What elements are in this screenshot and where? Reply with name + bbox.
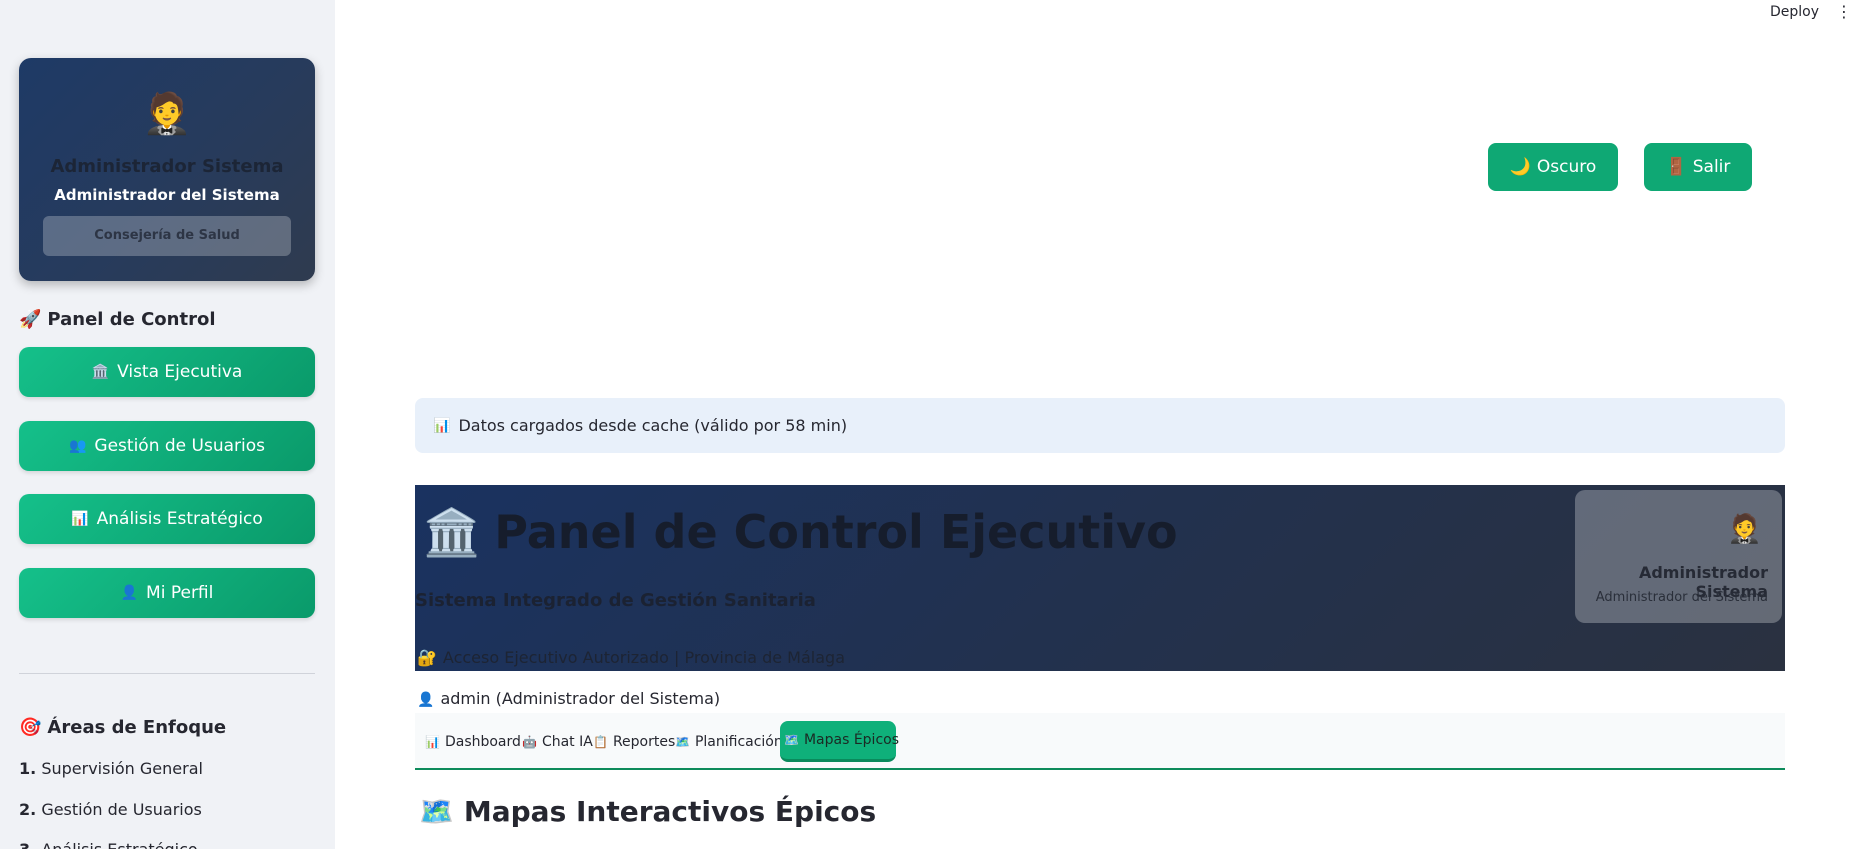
deploy-button[interactable]: Deploy <box>1770 4 1819 20</box>
theme-toggle-label: Oscuro <box>1536 157 1597 177</box>
section-heading: 🗺️ Mapas Interactivos Épicos <box>419 795 876 828</box>
focus-item: 1. Supervisión General <box>19 759 203 778</box>
control-panel-title: Panel de Control <box>47 309 216 330</box>
tab-label: Chat IA <box>541 733 593 750</box>
cache-info-alert: 📊 Datos cargados desde cache (válido por… <box>415 398 1785 453</box>
tab-label: Planificación <box>694 733 783 750</box>
main-tabs: 📊 Dashboard 🤖 Chat IA 📋 Reportes 🗺️ Plan… <box>415 713 1785 770</box>
nav-button-label: Vista Ejecutiva <box>117 362 243 382</box>
moon-icon: 🌙 <box>1509 157 1531 177</box>
cache-info-text: Datos cargados desde cache (válido por 5… <box>458 416 848 435</box>
focus-item-label: Gestión de Usuarios <box>41 800 202 819</box>
tab-label: Dashboard <box>444 733 521 750</box>
building-icon: 🏛️ <box>423 505 481 559</box>
nav-button-label: Análisis Estratégico <box>96 509 263 529</box>
logout-label: Salir <box>1692 157 1731 177</box>
tab-label: Reportes <box>612 733 676 750</box>
map-icon: 🗺️ <box>675 734 690 749</box>
page-title: 🏛️ Panel de Control Ejecutivo <box>423 505 1178 560</box>
focus-item-number: 1. <box>19 759 37 778</box>
executive-hero-banner: 🏛️ Panel de Control Ejecutivo Sistema Int… <box>415 485 1785 671</box>
page-title-text: Panel de Control Ejecutivo <box>494 505 1178 559</box>
user-icon: 👤 <box>120 585 139 601</box>
target-icon: 🎯 <box>19 717 42 738</box>
hero-user-role: Administrador del Sistema <box>1595 590 1768 605</box>
tab-planificacion[interactable]: 🗺️ Planificación <box>671 721 787 762</box>
page-subtitle: Sistema Integrado de Gestión Sanitaria <box>415 590 816 611</box>
profile-card: 🤵 Administrador Sistema Administrador de… <box>19 58 315 281</box>
users-icon: 👥 <box>68 438 87 454</box>
tab-dashboard[interactable]: 📊 Dashboard <box>421 721 525 762</box>
access-status-text: Acceso Ejecutivo Autorizado | Provincia … <box>442 648 845 667</box>
map-icon: 🗺️ <box>419 795 454 828</box>
map-icon: 🗺️ <box>784 733 799 747</box>
hero-user-card: 🤵 Administrador Sistema Administrador de… <box>1575 490 1782 623</box>
nav-button-label: Gestión de Usuarios <box>94 436 265 456</box>
bar-chart-icon: 📊 <box>425 734 440 749</box>
user-avatar-icon: 🤵 <box>142 91 192 137</box>
user-icon: 👤 <box>417 692 435 708</box>
current-user-text: admin (Administrador del Sistema) <box>440 689 721 708</box>
nav-button-mi-perfil[interactable]: 👤 Mi Perfil <box>19 568 315 618</box>
profile-name: Administrador Sistema <box>50 156 284 177</box>
nav-button-gestion-usuarios[interactable]: 👥 Gestión de Usuarios <box>19 421 315 471</box>
focus-item-number: 3. <box>19 840 36 849</box>
robot-icon: 🤖 <box>522 734 537 749</box>
profile-organization-badge: Consejería de Salud <box>43 216 291 256</box>
current-user: 👤 admin (Administrador del Sistema) <box>417 689 720 708</box>
rocket-icon: 🚀 <box>19 309 42 330</box>
nav-button-vista-ejecutiva[interactable]: 🏛️ Vista Ejecutiva <box>19 347 315 397</box>
access-status: 🔐 Acceso Ejecutivo Autorizado | Provincia… <box>417 648 845 667</box>
tab-reportes[interactable]: 📋 Reportes <box>589 721 679 762</box>
tab-chat-ia[interactable]: 🤖 Chat IA <box>518 721 597 762</box>
bar-chart-icon: 📊 <box>71 511 89 527</box>
bar-chart-icon: 📊 <box>433 417 451 434</box>
tab-label: Mapas Épicos <box>803 732 899 748</box>
section-heading-text: Mapas Interactivos Épicos <box>463 795 877 828</box>
sidebar-divider <box>19 673 315 674</box>
door-icon: 🚪 <box>1665 157 1687 177</box>
clipboard-icon: 📋 <box>593 734 608 749</box>
focus-item-label: Análisis Estratégico <box>41 840 197 849</box>
focus-item-label: Supervisión General <box>41 759 203 778</box>
lock-icon: 🔐 <box>417 648 437 667</box>
logout-button[interactable]: 🚪 Salir <box>1644 143 1752 191</box>
nav-button-label: Mi Perfil <box>146 583 214 603</box>
focus-item-number: 2. <box>19 800 37 819</box>
control-panel-heading: 🚀 Panel de Control <box>19 309 216 330</box>
focus-areas-title: Áreas de Enfoque <box>47 717 227 738</box>
sidebar: 🤵 Administrador Sistema Administrador de… <box>0 0 335 849</box>
nav-button-analisis-estrategico[interactable]: 📊 Análisis Estratégico <box>19 494 315 544</box>
tab-mapas-epicos[interactable]: 🗺️ Mapas Épicos <box>780 721 899 762</box>
focus-item: 2. Gestión de Usuarios <box>19 800 202 819</box>
focus-areas-heading: 🎯 Áreas de Enfoque <box>19 717 226 738</box>
main-menu-icon[interactable]: ⋮ <box>1836 2 1852 22</box>
theme-toggle-button[interactable]: 🌙 Oscuro <box>1488 143 1618 191</box>
focus-item: 3. Análisis Estratégico <box>19 840 198 849</box>
user-avatar-icon: 🤵 <box>1727 512 1762 545</box>
profile-role: Administrador del Sistema <box>54 186 280 204</box>
building-icon: 🏛️ <box>91 364 110 380</box>
